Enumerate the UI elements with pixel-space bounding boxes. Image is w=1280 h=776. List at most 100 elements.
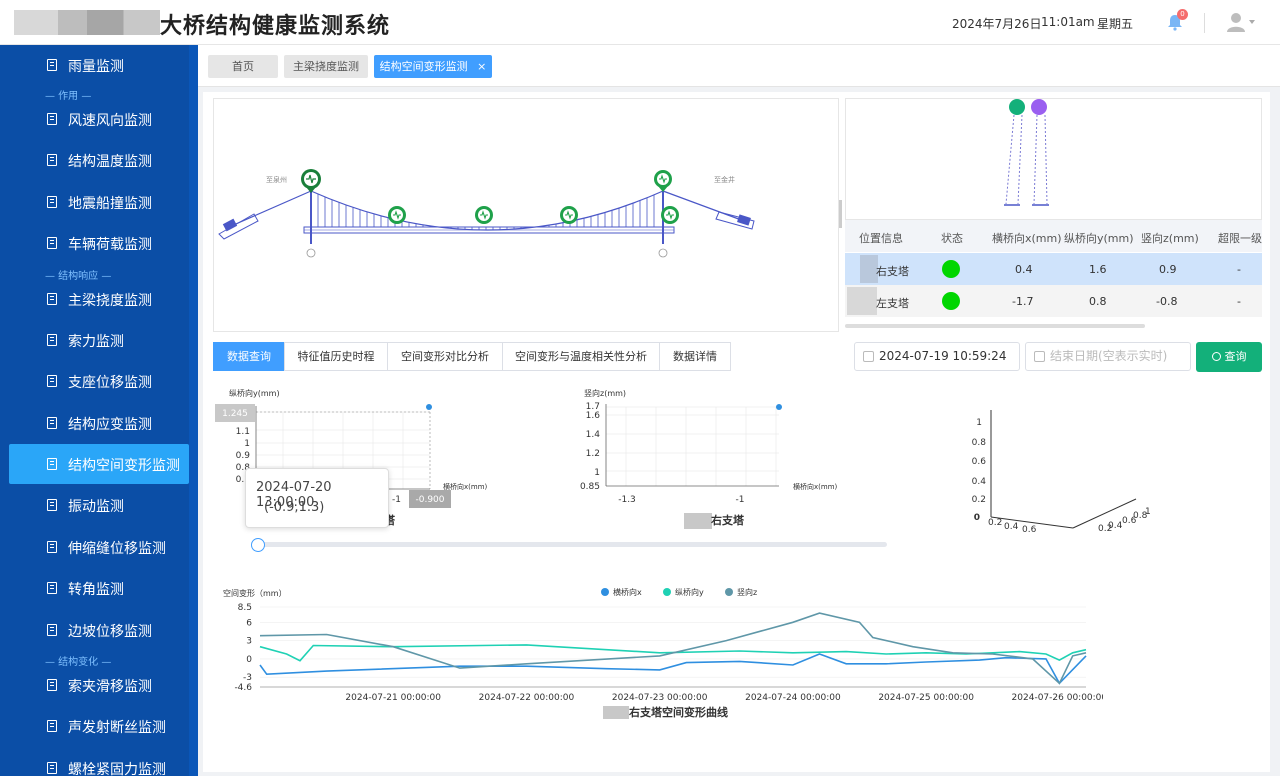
x-axis-pointer-label: -0.900 <box>415 495 444 505</box>
app-header: 大桥结构健康监测系统 2024年7月26日 11:01am 星期五 0 <box>0 0 1280 45</box>
document-icon <box>47 541 57 553</box>
svg-text:0.6: 0.6 <box>1022 525 1037 535</box>
page-tabs: 首页 主梁挠度监测 结构空间变形监测 × <box>198 45 1280 87</box>
svg-text:0.2: 0.2 <box>972 495 986 505</box>
svg-text:1.4: 1.4 <box>586 430 601 440</box>
svg-text:1: 1 <box>1145 507 1151 517</box>
tab-girder-deflection[interactable]: 主梁挠度监测 <box>284 55 368 78</box>
sidebar-item-acoustic-emission[interactable]: 声发射断丝监测 <box>9 706 189 746</box>
tab-deformation-compare[interactable]: 空间变形对比分析 <box>387 342 503 371</box>
svg-text:0.6: 0.6 <box>972 457 987 467</box>
svg-text:-1: -1 <box>736 495 745 505</box>
start-date-input[interactable]: 2024-07-19 10:59:24 <box>854 342 1020 371</box>
left-tower-point[interactable] <box>1031 99 1047 115</box>
sidebar-item-strain[interactable]: 结构应变监测 <box>9 403 189 443</box>
svg-text:-1.3: -1.3 <box>618 495 636 505</box>
sensor-marker[interactable] <box>654 170 672 192</box>
calendar-icon <box>1034 351 1045 362</box>
close-icon[interactable]: × <box>477 60 486 73</box>
document-icon <box>47 679 57 691</box>
sidebar-item-temperature[interactable]: 结构温度监测 <box>9 140 189 180</box>
tab-data-query[interactable]: 数据查询 <box>213 342 285 371</box>
data-point[interactable] <box>776 404 782 410</box>
svg-text:0.2: 0.2 <box>988 518 1002 528</box>
tab-label: 结构空间变形监测 <box>379 60 468 73</box>
x-tick-label: 2024-07-24 00:00:00 <box>745 693 841 703</box>
bridge-right-label: 至金井 <box>714 175 735 184</box>
header-time: 11:01am <box>1041 15 1095 29</box>
sidebar-item-clamp-slip[interactable]: 索夹滑移监测 <box>9 665 189 705</box>
search-icon <box>1211 352 1221 361</box>
document-icon <box>47 154 57 166</box>
legend-label[interactable]: 纵桥向y <box>675 587 704 597</box>
sidebar-item-rainfall[interactable]: 雨量监测 <box>9 45 189 85</box>
svg-text:1.6: 1.6 <box>586 411 601 421</box>
query-button[interactable]: 查询 <box>1196 342 1262 372</box>
sidebar-item-rotation[interactable]: 转角监测 <box>9 568 189 608</box>
sensor-marker[interactable] <box>560 206 578 224</box>
sidebar-item-cable-force[interactable]: 索力监测 <box>9 320 189 360</box>
chevron-down-icon[interactable] <box>1249 20 1255 24</box>
panel-resize-handle[interactable] <box>839 200 842 228</box>
bridge-diagram: 至泉州 至金井 <box>218 169 755 258</box>
bridge-left-label: 至泉州 <box>266 175 287 184</box>
document-icon <box>47 237 57 249</box>
status-indicator <box>942 260 960 278</box>
legend-marker[interactable] <box>601 588 609 596</box>
legend-marker[interactable] <box>663 588 671 596</box>
table-row[interactable]: 右支塔 0.4 1.6 0.9 - <box>845 253 1262 285</box>
data-point[interactable] <box>426 404 432 410</box>
sensor-marker[interactable] <box>388 206 406 224</box>
sensor-marker[interactable] <box>475 206 493 224</box>
y-tick-label: 6 <box>246 618 252 628</box>
header-divider <box>1204 13 1205 33</box>
sidebar-item-vehicle-load[interactable]: 车辆荷载监测 <box>9 223 189 263</box>
chart-z-vs-x: 竖向z(mm) 1.7 1.6 1.4 1.2 1 0.85 -1.3 -1 横… <box>580 388 838 529</box>
sidebar-item-spatial-deformation[interactable]: 结构空间变形监测 <box>9 444 189 484</box>
tab-temperature-correlation[interactable]: 空间变形与温度相关性分析 <box>502 342 660 371</box>
user-avatar-icon[interactable] <box>1227 12 1245 32</box>
sidebar-item-vibration[interactable]: 振动监测 <box>9 485 189 525</box>
sidebar-item-earthquake[interactable]: 地震船撞监测 <box>9 182 189 222</box>
right-tower-point[interactable] <box>1009 99 1025 115</box>
logo <box>14 10 160 35</box>
svg-text:0.4: 0.4 <box>972 477 987 487</box>
tab-feature-history[interactable]: 特征值历史时程 <box>284 342 388 371</box>
sidebar-item-expansion-joint[interactable]: 伸缩缝位移监测 <box>9 527 189 567</box>
legend-label[interactable]: 横桥向x <box>613 587 642 597</box>
document-icon <box>47 334 57 346</box>
svg-text:1.1: 1.1 <box>236 427 250 437</box>
sensor-marker[interactable] <box>661 206 679 224</box>
svg-text:1.2: 1.2 <box>586 449 600 459</box>
document-icon <box>47 499 57 511</box>
time-slider-handle[interactable] <box>251 538 265 552</box>
sidebar-item-wind[interactable]: 风速风向监测 <box>9 99 189 139</box>
tab-spatial-deformation[interactable]: 结构空间变形监测 × <box>374 55 492 78</box>
chart-title: 右支塔空间变形曲线 <box>628 705 728 719</box>
svg-text:0.85: 0.85 <box>580 482 600 492</box>
sidebar-item-bolt-force[interactable]: 螺栓紧固力监测 <box>9 748 189 776</box>
chart2-ylabel: 竖向z(mm) <box>584 388 626 398</box>
series-line-横桥向x <box>259 653 1087 685</box>
table-scrollbar[interactable] <box>845 324 1145 328</box>
sidebar-item-bearing-displacement[interactable]: 支座位移监测 <box>9 361 189 401</box>
y-axis-pointer-label: 1.245 <box>222 409 248 419</box>
tab-home[interactable]: 首页 <box>208 55 278 78</box>
document-icon <box>47 582 57 594</box>
spatial-deformation-chart: 空间变形（mm） 横桥向x 纵桥向y 竖向z 8.5 6 3 0 -3-4.6 2024-0… <box>223 587 1103 719</box>
time-slider-track[interactable] <box>258 542 887 547</box>
legend-marker[interactable] <box>725 588 733 596</box>
document-icon <box>47 196 57 208</box>
document-icon <box>47 762 57 774</box>
end-date-input[interactable]: 结束日期(空表示实时) <box>1025 342 1191 371</box>
sidebar-item-slope[interactable]: 边坡位移监测 <box>9 610 189 650</box>
x-tick-label: 2024-07-22 00:00:00 <box>479 693 575 703</box>
sidebar-item-girder-deflection[interactable]: 主梁挠度监测 <box>9 279 189 319</box>
svg-text:0.4: 0.4 <box>1108 521 1123 531</box>
document-icon <box>47 113 57 125</box>
legend-label[interactable]: 竖向z <box>737 587 757 597</box>
table-row[interactable]: 左支塔 -1.7 0.8 -0.8 - <box>845 285 1262 317</box>
tab-data-details[interactable]: 数据详情 <box>659 342 731 371</box>
sensor-marker[interactable] <box>301 169 321 193</box>
svg-text:0.9: 0.9 <box>236 451 251 461</box>
